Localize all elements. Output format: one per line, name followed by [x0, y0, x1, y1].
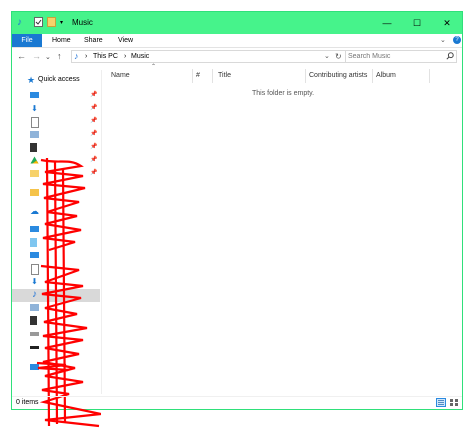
drive-icon — [30, 346, 39, 349]
tab-home[interactable]: Home — [52, 34, 71, 47]
new-folder-icon[interactable] — [47, 17, 56, 31]
column-header-contributing-artists[interactable]: Contributing artists — [309, 72, 367, 82]
film-icon — [30, 143, 37, 152]
cube-icon — [30, 238, 37, 247]
document-icon — [31, 264, 39, 275]
explorer-window: ♪ ▾ Music — ☐ ✕ File Home Share View ⌄ ?… — [11, 11, 463, 428]
sidebar-item-documents[interactable]: 📌 — [12, 116, 100, 129]
empty-folder-message: This folder is empty. — [252, 90, 315, 97]
back-button[interactable]: ← — [17, 51, 26, 61]
download-arrow-icon: ⬇ — [31, 277, 38, 286]
music-note-icon: ♪ — [17, 17, 22, 28]
column-header-name[interactable]: Name — [111, 72, 130, 82]
properties-checkbox-icon[interactable] — [34, 17, 43, 31]
pin-icon: 📌 — [90, 131, 98, 137]
pin-icon: 📌 — [90, 92, 98, 98]
large-icons-view-icon[interactable] — [449, 398, 459, 407]
details-view-icon[interactable] — [436, 398, 446, 407]
sidebar-item-desktop[interactable]: 📌 — [12, 90, 100, 103]
address-dropdown-icon[interactable]: ⌄ — [324, 52, 330, 60]
sidebar-item-quick-access[interactable]: ★ Quick access — [12, 75, 100, 88]
expand-ribbon-icon[interactable]: ⌄ — [440, 34, 446, 47]
cloud-icon: ☁ — [30, 206, 39, 216]
folder-icon — [30, 189, 39, 196]
music-note-icon: ♪ — [74, 51, 79, 61]
sidebar-item-videos[interactable]: 📌 — [12, 142, 100, 155]
breadcrumb-separator: › — [124, 53, 127, 60]
pictures-icon — [30, 131, 39, 138]
sidebar-item-downloads[interactable]: ⬇ 📌 — [12, 103, 100, 116]
breadcrumb-separator: › — [85, 53, 88, 60]
column-separator[interactable] — [372, 69, 373, 83]
pictures-icon — [30, 304, 39, 311]
drive-icon — [30, 332, 39, 336]
document-icon — [31, 117, 39, 128]
star-icon: ★ — [27, 75, 36, 85]
pin-icon: 📌 — [90, 144, 98, 150]
google-drive-icon — [30, 156, 39, 165]
pin-icon: 📌 — [90, 105, 98, 111]
window-title: Music — [72, 18, 93, 27]
pane-divider[interactable] — [101, 70, 102, 394]
search-box[interactable] — [345, 50, 457, 63]
ribbon-tabs: File Home Share View ⌄ ? — [12, 34, 462, 48]
search-icon[interactable] — [446, 52, 454, 62]
navigation-pane: ★ Quick access 📌 ⬇ 📌 📌 📌 📌 📌 📌 ☁ ⬇ ♪ — [12, 70, 102, 428]
tab-share[interactable]: Share — [84, 34, 103, 47]
search-input[interactable] — [348, 52, 438, 61]
column-separator[interactable] — [192, 69, 193, 83]
breadcrumb-this-pc[interactable]: This PC — [93, 53, 118, 60]
title-bar: ♪ ▾ Music — ☐ ✕ — [12, 12, 462, 34]
status-bar: 0 items — [12, 396, 462, 411]
column-header-album[interactable]: Album — [376, 72, 396, 82]
recent-locations-button[interactable]: ⌄ — [45, 53, 51, 61]
computer-icon — [30, 226, 39, 232]
minimize-button[interactable]: — — [372, 12, 402, 34]
column-header-number[interactable]: # — [196, 72, 200, 82]
sidebar-item-pictures[interactable]: 📌 — [12, 129, 100, 142]
tab-file[interactable]: File — [12, 34, 42, 47]
column-header-title[interactable]: Title — [218, 72, 231, 82]
maximize-button[interactable]: ☐ — [402, 12, 432, 34]
folder-icon — [30, 170, 39, 177]
forward-button[interactable]: → — [32, 51, 41, 61]
address-bar[interactable]: ♪ › This PC › Music ⌄ ↻ — [71, 50, 346, 63]
up-button[interactable]: ↑ — [57, 51, 62, 61]
music-note-icon: ♪ — [32, 289, 37, 300]
item-count: 0 items — [16, 399, 39, 406]
film-icon — [30, 316, 37, 325]
redaction-scribble — [39, 158, 101, 428]
column-separator[interactable] — [212, 69, 213, 83]
help-icon[interactable]: ? — [453, 36, 461, 44]
desktop-icon — [30, 92, 39, 98]
download-arrow-icon: ⬇ — [31, 104, 38, 113]
sort-indicator-icon: ⌃ — [151, 64, 157, 70]
sidebar-item-label: Quick access — [38, 76, 80, 83]
close-button[interactable]: ✕ — [432, 12, 462, 34]
tab-view[interactable]: View — [118, 34, 133, 47]
customize-toolbar-dropdown-icon[interactable]: ▾ — [60, 17, 63, 29]
breadcrumb-music[interactable]: Music — [131, 53, 149, 60]
refresh-button[interactable]: ↻ — [335, 52, 342, 61]
column-separator[interactable] — [429, 69, 430, 83]
column-separator[interactable] — [305, 69, 306, 83]
navigation-bar: ← → ⌄ ↑ ♪ › This PC › Music ⌄ ↻ — [12, 48, 462, 66]
desktop-icon — [30, 252, 39, 258]
redaction-scribble-network — [36, 361, 69, 372]
pin-icon: 📌 — [90, 118, 98, 124]
